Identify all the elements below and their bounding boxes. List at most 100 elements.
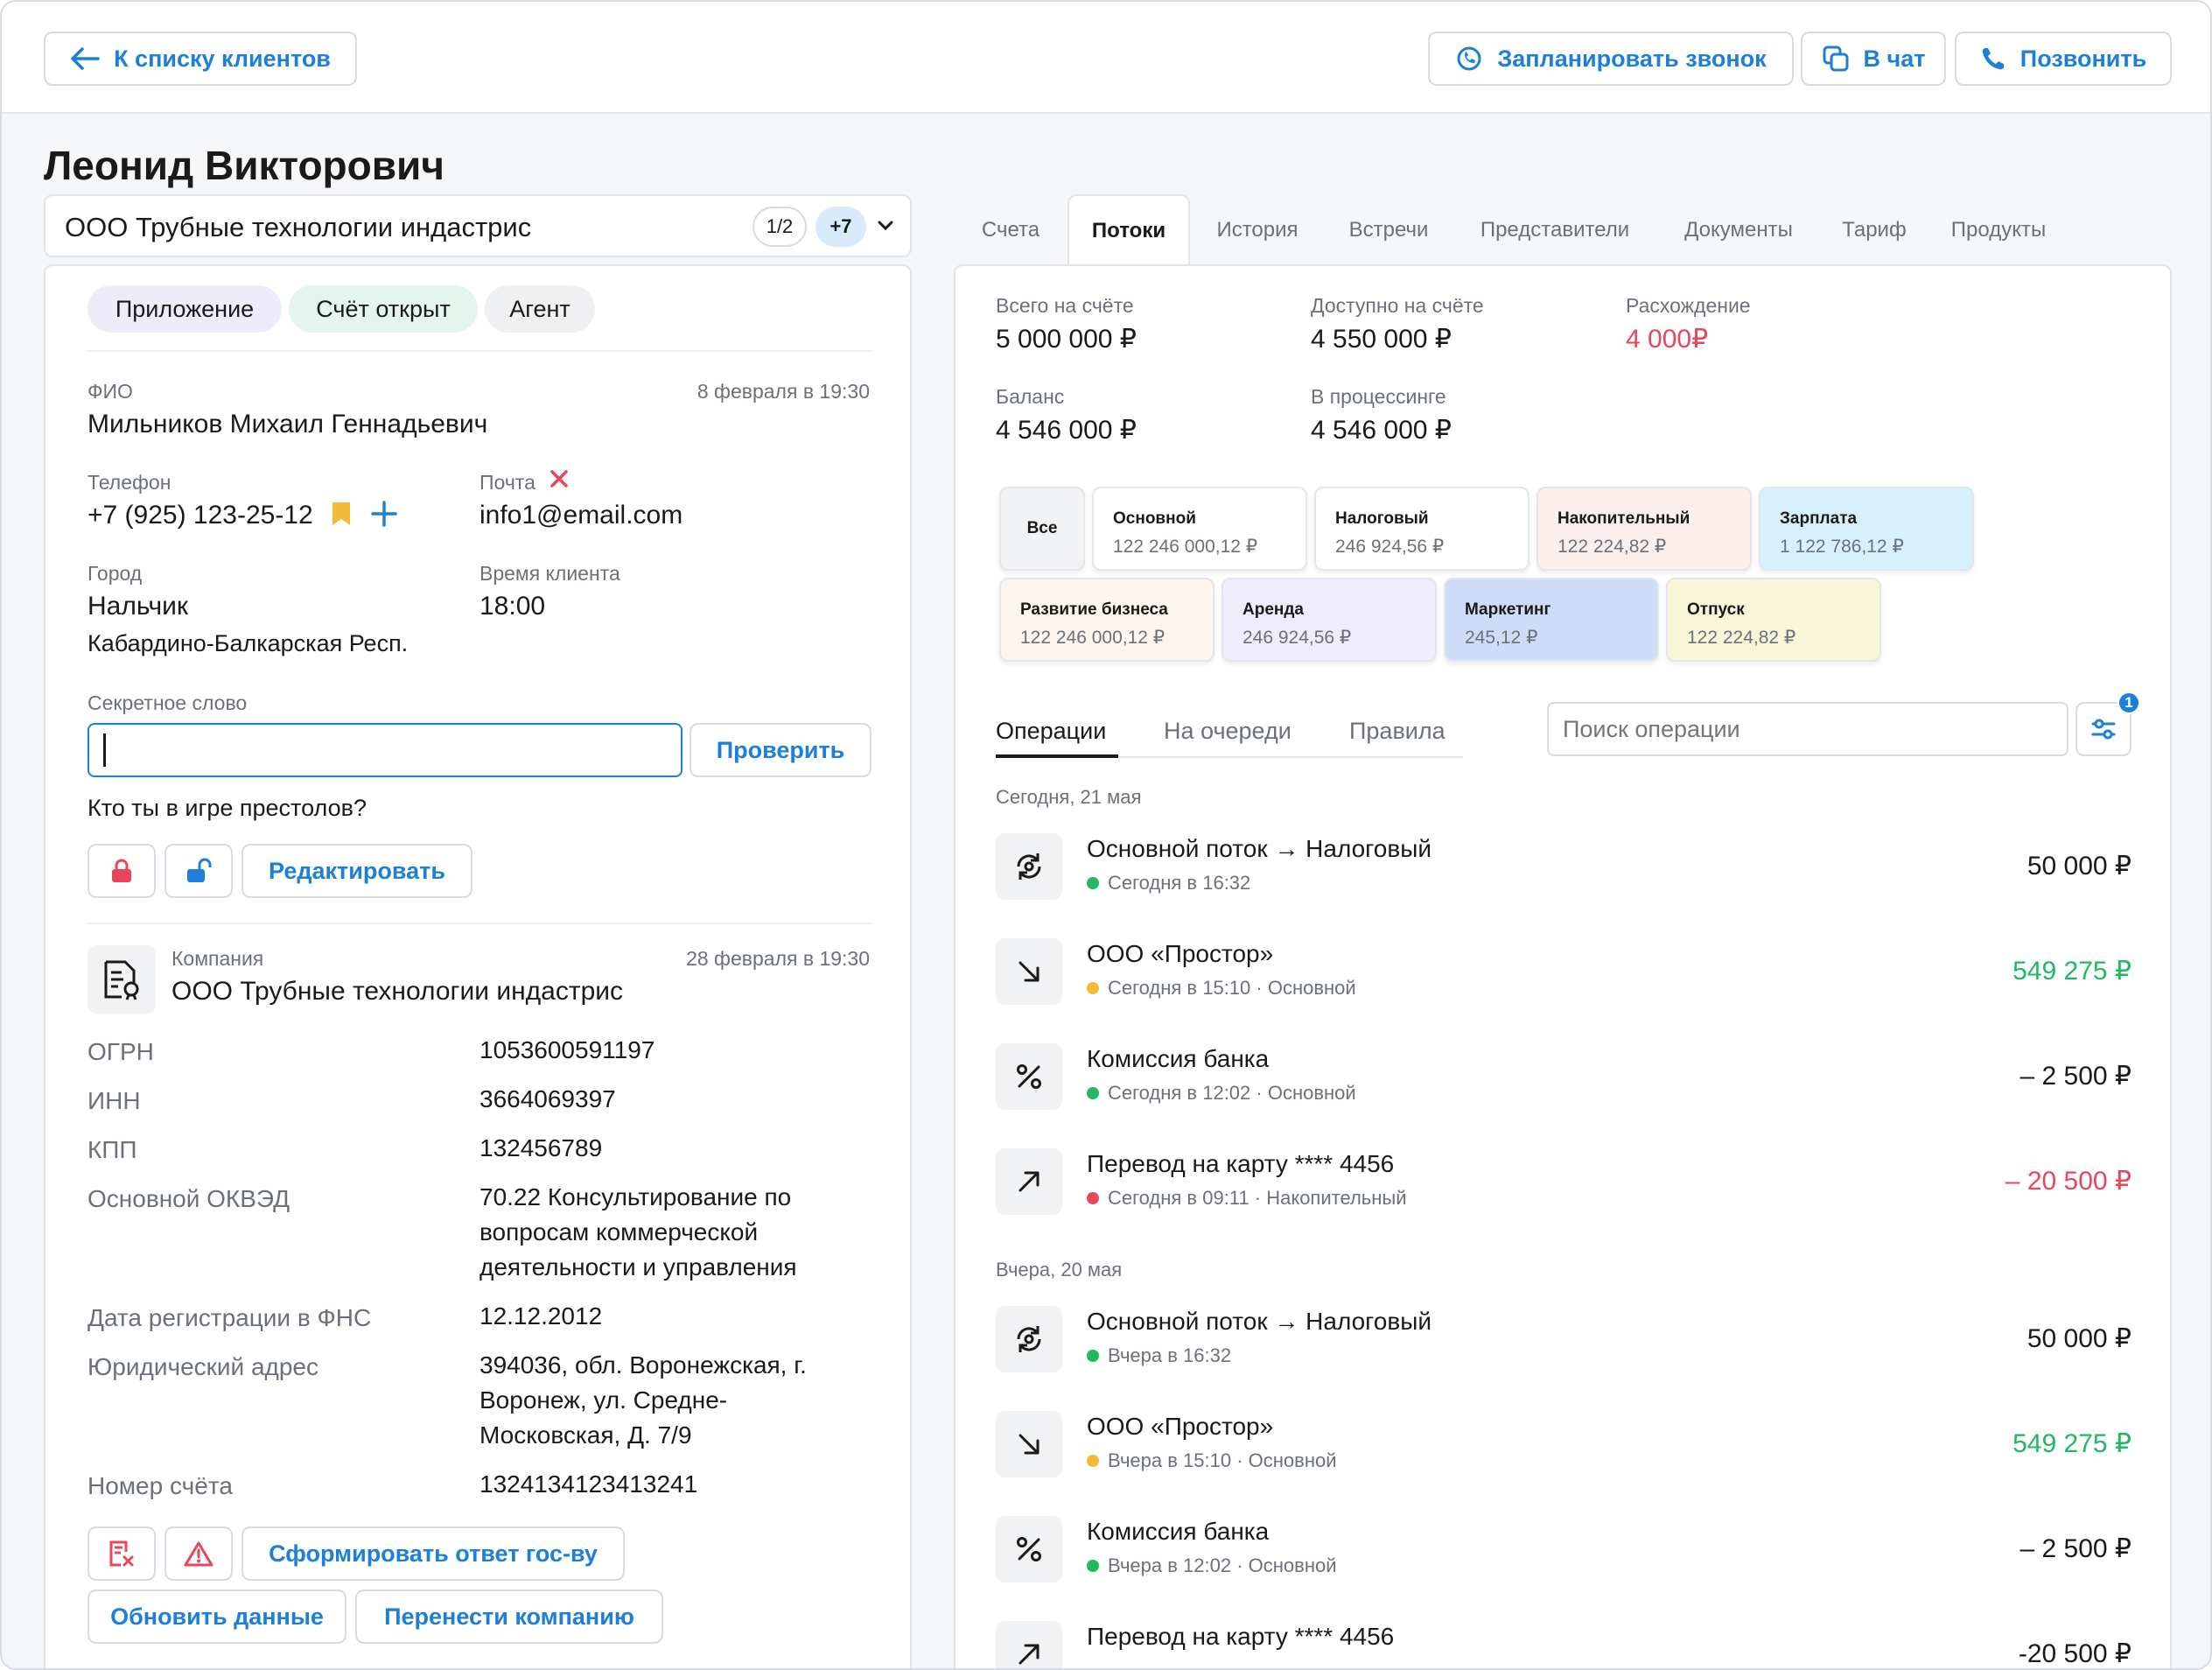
page-counter: 1/2 bbox=[752, 207, 807, 247]
update-data-button[interactable]: Обновить данные bbox=[88, 1589, 346, 1644]
company-document-icon bbox=[104, 960, 139, 1000]
warning-button[interactable] bbox=[164, 1526, 233, 1581]
check-button[interactable]: Проверить bbox=[690, 723, 872, 777]
company-doc-icon-box bbox=[88, 945, 156, 1014]
tab-documents[interactable]: Документы bbox=[1657, 194, 1820, 266]
tab-history[interactable]: История bbox=[1192, 194, 1323, 266]
status-dot bbox=[1087, 877, 1099, 889]
secret-word-input[interactable] bbox=[88, 723, 682, 777]
outgoing-arrow-icon bbox=[1018, 1644, 1040, 1665]
flow-chip-amount: 122 246 000,12 ₽ bbox=[1020, 628, 1166, 648]
extra-count-badge[interactable]: +7 bbox=[816, 207, 866, 247]
flow-chip-amount: 122 224,82 ₽ bbox=[1687, 628, 1796, 648]
phone-clock-icon bbox=[1457, 46, 1481, 71]
call-button[interactable]: Позвонить bbox=[1955, 32, 2172, 86]
form-answer-button[interactable]: Сформировать ответ гос-ву bbox=[242, 1526, 625, 1581]
fio-value: Мильников Михаил Геннадьевич bbox=[88, 410, 488, 439]
plus-icon[interactable] bbox=[371, 501, 397, 527]
ogrn-value: 1053600591197 bbox=[480, 1036, 655, 1063]
flow-chip[interactable]: Основной 122 246 000,12 ₽ bbox=[1092, 487, 1307, 571]
account-number-value: 1324134123413241 bbox=[480, 1470, 698, 1498]
status-dot bbox=[1087, 1455, 1099, 1467]
flow-chip[interactable]: Аренда 246 924,56 ₽ bbox=[1222, 578, 1437, 662]
operation-icon-box bbox=[996, 1306, 1062, 1372]
operation-title[interactable]: ООО «Простор» bbox=[1087, 940, 1273, 968]
city-value: Нальчик bbox=[88, 592, 188, 621]
diff-value: 4 000₽ bbox=[1626, 325, 1709, 354]
operation-icon-box bbox=[996, 1621, 1062, 1668]
subtab-rules[interactable]: Правила bbox=[1349, 718, 1446, 745]
flow-chip-name: Накопительный bbox=[1558, 509, 1690, 528]
flow-chip[interactable]: Маркетинг 245,12 ₽ bbox=[1444, 578, 1659, 662]
flow-all[interactable]: Все bbox=[999, 487, 1085, 571]
operation-title[interactable]: Перевод на карту **** 4456 bbox=[1087, 1150, 1394, 1178]
secret-word-label: Секретное слово bbox=[88, 691, 248, 714]
company-select[interactable]: ООО Трубные технологии индастрис 1/2 +7 bbox=[44, 194, 912, 257]
edit-button[interactable]: Редактировать bbox=[242, 844, 472, 898]
flow-chip-amount: 122 224,82 ₽ bbox=[1558, 537, 1667, 557]
flow-chip[interactable]: Развитие бизнеса 122 246 000,12 ₽ bbox=[999, 578, 1214, 662]
flow-chip-name: Аренда bbox=[1242, 600, 1304, 619]
subtab-active-underline bbox=[996, 754, 1118, 758]
operation-amount: 50 000 ₽ bbox=[2026, 852, 2132, 881]
bookmark-icon[interactable] bbox=[331, 501, 352, 527]
operation-icon-box bbox=[996, 833, 1062, 900]
document-remove-icon bbox=[109, 1540, 134, 1567]
lock-icon bbox=[112, 859, 131, 882]
operation-search-input[interactable] bbox=[1547, 702, 2068, 756]
tag-agent: Агент bbox=[485, 285, 595, 333]
unlock-button[interactable] bbox=[164, 844, 233, 898]
operation-title[interactable]: Перевод на карту **** 4456 bbox=[1087, 1623, 1394, 1651]
flow-chip[interactable]: Зарплата 1 122 786,12 ₽ bbox=[1759, 487, 1974, 571]
tab-meetings[interactable]: Встречи bbox=[1325, 194, 1452, 266]
flow-chip-name: Развитие бизнеса bbox=[1020, 600, 1168, 619]
tab-flows[interactable]: Потоки bbox=[1068, 194, 1190, 266]
chat-copy-icon bbox=[1823, 46, 1849, 72]
subtab-queued[interactable]: На очереди bbox=[1164, 718, 1292, 745]
operation-meta: Сегодня в 16:32 bbox=[1108, 872, 1251, 894]
status-dot bbox=[1087, 1192, 1099, 1204]
arrow-left-icon bbox=[71, 47, 100, 70]
schedule-call-button[interactable]: Запланировать звонок bbox=[1428, 32, 1794, 86]
subtab-operations[interactable]: Операции bbox=[996, 718, 1106, 745]
client-time-value: 18:00 bbox=[480, 592, 546, 621]
tab-products[interactable]: Продукты bbox=[1928, 194, 2068, 266]
operation-icon-box bbox=[996, 938, 1062, 1005]
inn-value: 3664069397 bbox=[480, 1085, 616, 1112]
tab-representatives[interactable]: Представители bbox=[1454, 194, 1656, 266]
delete-doc-button[interactable] bbox=[88, 1526, 156, 1581]
total-value: 5 000 000 ₽ bbox=[996, 325, 1137, 354]
tab-accounts[interactable]: Счета bbox=[956, 194, 1066, 266]
operation-meta: Сегодня в 12:02 · Основной bbox=[1108, 1082, 1356, 1104]
flow-chip[interactable]: Налоговый 246 924,56 ₽ bbox=[1314, 487, 1530, 571]
lock-button[interactable] bbox=[88, 844, 156, 898]
move-company-button[interactable]: Перенести компанию bbox=[355, 1589, 663, 1644]
operation-icon-box bbox=[996, 1411, 1062, 1477]
ogrn-label: ОГРН bbox=[88, 1038, 154, 1065]
operation-title[interactable]: Основной поток → Налоговый bbox=[1087, 835, 1432, 863]
flow-chip[interactable]: Накопительный 122 224,82 ₽ bbox=[1536, 487, 1752, 571]
registration-date-label: Дата регистрации в ФНС bbox=[88, 1304, 372, 1331]
to-chat-button[interactable]: В чат bbox=[1801, 32, 1946, 86]
email-value[interactable]: info1@email.com bbox=[480, 501, 682, 530]
divider bbox=[88, 923, 872, 924]
incoming-arrow-icon bbox=[1018, 961, 1040, 982]
registration-date-value: 12.12.2012 bbox=[480, 1302, 603, 1330]
percent-icon bbox=[1017, 1537, 1041, 1561]
back-to-clients-button[interactable]: К списку клиентов bbox=[44, 32, 357, 86]
back-label: К списку клиентов bbox=[114, 45, 331, 72]
operation-title[interactable]: Основной поток → Налоговый bbox=[1087, 1308, 1432, 1336]
tag-account-open: Счёт открыт bbox=[289, 285, 478, 333]
available-label: Доступно на счёте bbox=[1311, 294, 1484, 317]
operation-title[interactable]: ООО «Простор» bbox=[1087, 1413, 1273, 1441]
inn-label: ИНН bbox=[88, 1087, 141, 1114]
phone-value[interactable]: +7 (925) 123-25-12 bbox=[88, 501, 313, 530]
operation-title[interactable]: Комиссия банка bbox=[1087, 1518, 1269, 1546]
operation-title[interactable]: Комиссия банка bbox=[1087, 1045, 1269, 1073]
tab-tariff[interactable]: Тариф bbox=[1822, 194, 1927, 266]
text-cursor bbox=[103, 733, 106, 767]
chevron-down-icon[interactable] bbox=[877, 219, 894, 233]
flow-chip[interactable]: Отпуск 122 224,82 ₽ bbox=[1666, 578, 1881, 662]
operation-subtitle: Сегодня в 16:32 bbox=[1087, 872, 1250, 895]
kpp-label: КПП bbox=[88, 1136, 137, 1163]
